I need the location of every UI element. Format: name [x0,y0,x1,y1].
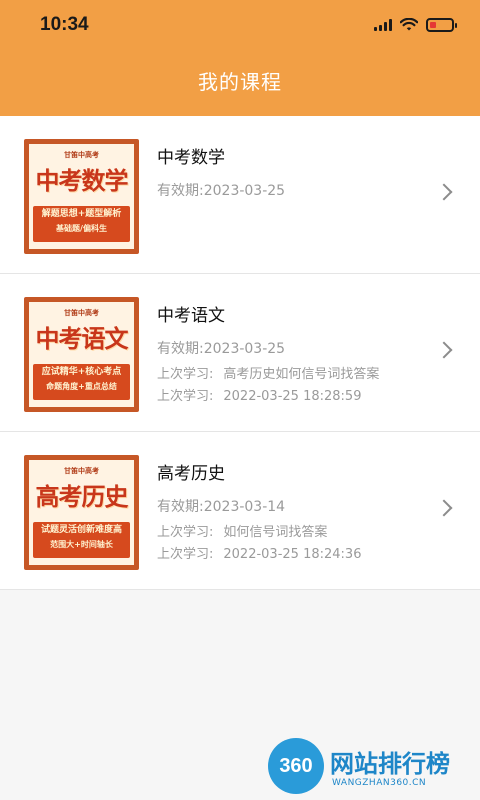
last-study-time: 上次学习: 2022-03-25 18:28:59 [157,389,362,404]
course-info: 中考语文 有效期:2023-03-25 上次学习: 高考历史如何信号词找答案 上次… [157,304,427,406]
wifi-icon [400,18,418,31]
cover-slogan: 试题灵活创新难度高 范围大+时间轴长 [33,522,130,558]
course-validity: 有效期:2023-03-25 [157,183,286,199]
page-title: 我的课程 [198,70,282,94]
last-study-time: 上次学习: 2022-03-25 18:24:36 [157,547,362,562]
course-item-math[interactable]: 甘笛中高考 中考数学 解题思想+题型解析 基础题/偏科生 中考数学 有效期:20… [0,116,480,274]
chevron-right-icon[interactable] [435,341,453,359]
cover-slogan: 应试精华+核心考点 命题角度+重点总结 [33,364,130,400]
battery-icon [426,18,457,32]
course-cover-image: 甘笛中高考 中考数学 解题思想+题型解析 基础题/偏科生 [24,139,139,254]
chevron-right-icon[interactable] [435,183,453,201]
course-name: 中考语文 [157,306,225,326]
cover-brand: 甘笛中高考 [64,151,99,159]
watermark-badge: 360 [268,738,324,794]
course-info: 高考历史 有效期:2023-03-14 上次学习: 如何信号词找答案 上次学习: 2… [157,462,427,564]
course-list: 甘笛中高考 中考数学 解题思想+题型解析 基础题/偏科生 中考数学 有效期:20… [0,116,480,590]
cover-slogan: 解题思想+题型解析 基础题/偏科生 [33,206,130,242]
status-icons [374,16,457,34]
course-name: 高考历史 [157,464,225,484]
status-bar: 10:34 [0,0,480,52]
watermark-logo: 360 网站排行榜 WANGZHAN360.CN [268,734,480,800]
chevron-right-icon[interactable] [435,499,453,517]
course-info: 中考数学 有效期:2023-03-25 [157,146,427,200]
watermark-name: 网站排行榜 [330,750,450,778]
cover-title: 中考数学 [35,167,129,195]
cover-brand: 甘笛中高考 [64,467,99,475]
header: 10:34 我的课程 [0,0,480,116]
watermark-url: WANGZHAN360.CN [332,778,427,788]
last-study-lesson: 上次学习: 如何信号词找答案 [157,525,328,540]
cellular-signal-icon [374,19,392,31]
course-cover-image: 甘笛中高考 高考历史 试题灵活创新难度高 范围大+时间轴长 [24,455,139,570]
cover-title: 中考语文 [35,325,129,353]
course-item-history[interactable]: 甘笛中高考 高考历史 试题灵活创新难度高 范围大+时间轴长 高考历史 有效期:2… [0,432,480,590]
cover-brand: 甘笛中高考 [64,309,99,317]
course-name: 中考数学 [157,148,225,168]
status-time: 10:34 [40,14,89,35]
course-cover-image: 甘笛中高考 中考语文 应试精华+核心考点 命题角度+重点总结 [24,297,139,412]
course-validity: 有效期:2023-03-25 [157,341,286,357]
cover-title: 高考历史 [35,483,129,511]
course-validity: 有效期:2023-03-14 [157,499,286,515]
course-item-chinese[interactable]: 甘笛中高考 中考语文 应试精华+核心考点 命题角度+重点总结 中考语文 有效期:… [0,274,480,432]
last-study-lesson: 上次学习: 高考历史如何信号词找答案 [157,367,380,382]
